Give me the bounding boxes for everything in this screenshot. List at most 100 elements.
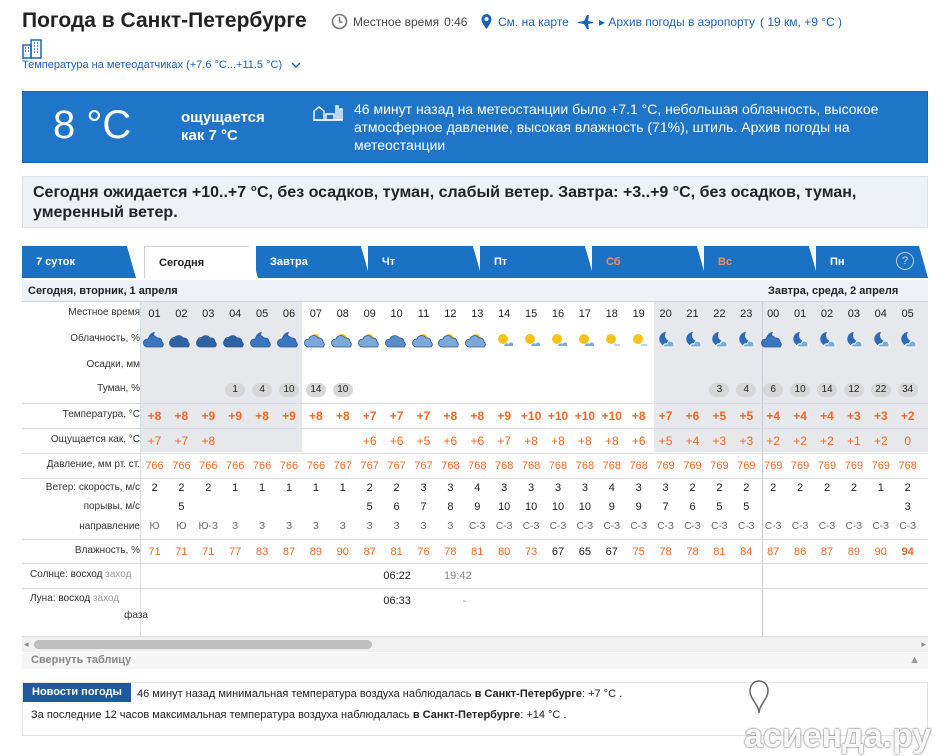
feels-cell: +6 (470, 434, 485, 448)
tab-0[interactable]: 7 суток (22, 246, 136, 278)
hour-cell: 18 (605, 308, 618, 320)
scroll-left-arrow[interactable]: ◂ (24, 639, 29, 650)
scroll-thumb[interactable] (34, 640, 372, 649)
hour-cell: 02 (175, 308, 188, 320)
sensors[interactable]: Температура на метеодатчиках (+7.6 °C...… (22, 38, 382, 76)
forecast-summary: Сегодня ожидается +10..+7 °C, без осадко… (22, 176, 928, 228)
gust-cell: 6 (689, 501, 696, 513)
gust-cell: 10 (551, 501, 565, 513)
wind-cell: 1 (877, 482, 884, 494)
gust-cell: 6 (393, 501, 400, 513)
humidity-cell: 67 (551, 546, 565, 558)
cloud-night-icon (760, 330, 787, 353)
cloud-night-icon (276, 330, 303, 353)
direction-cell: С-З (522, 521, 540, 532)
sun-cloud-icon (464, 330, 491, 353)
pressure-cell: 769 (817, 460, 837, 472)
humidity-cell: 78 (444, 546, 457, 558)
news-badge[interactable]: Новости погоды (23, 683, 131, 702)
moon-cloud-icon (840, 330, 867, 353)
weather-station-icon (313, 105, 343, 121)
row-label-temp: Температура, °C (62, 409, 140, 420)
humidity-cell: 78 (659, 546, 672, 558)
humidity-cell: 90 (336, 546, 349, 558)
row-clouds: Облачность, % (22, 326, 928, 354)
gust-cell: 10 (578, 501, 592, 513)
hour-cell: 12 (444, 308, 457, 320)
direction-cell: З (312, 521, 319, 532)
help-icon[interactable]: ? (896, 252, 914, 270)
hour-cell: 06 (282, 308, 296, 320)
humidity-cell: 87 (363, 546, 376, 558)
hour-cell: 01 (148, 308, 161, 320)
map-link-text[interactable]: См. на карте (498, 15, 569, 29)
collapse-up-icon[interactable]: ▲ (909, 654, 920, 666)
airport-archive-link[interactable]: ▸ Архив погоды в аэропорту (599, 15, 755, 29)
row-precip: Осадки, мм (22, 354, 928, 378)
hour-cell: 03 (847, 308, 861, 320)
temp-cell: +8 (147, 409, 162, 423)
wind-cell: 2 (770, 482, 777, 494)
page-header: Погода в Санкт-Петербурге Местное время … (0, 0, 947, 80)
gust-cell: 9 (608, 501, 615, 513)
row-pressure: Давление, мм рт. ст. 766 766 766 766 766 766 76… (22, 453, 928, 477)
fog-cell: 12 (840, 383, 867, 397)
sun-cloud-icon (356, 330, 383, 353)
temp-cell: +2 (900, 409, 915, 423)
gust-cell: 7 (420, 501, 427, 513)
temp-cell: +8 (174, 409, 189, 423)
humidity-cell: 89 (847, 546, 861, 558)
tab-2[interactable]: Завтра (256, 246, 370, 278)
chevron-down-icon[interactable] (289, 60, 303, 70)
gust-cell: 9 (474, 501, 481, 513)
collapse-table-label[interactable]: Свернуть таблицу (31, 654, 131, 666)
table-scrollbar[interactable]: ◂ ▸ (22, 636, 928, 652)
collapse-table[interactable]: Свернуть таблицу ▲ (22, 653, 928, 669)
pressure-cell: 766 (199, 460, 218, 472)
tab-3[interactable]: Чт (368, 246, 482, 278)
tab-4[interactable]: Пт (480, 246, 594, 278)
hour-cell: 22 (713, 308, 726, 320)
tab-1[interactable]: Сегодня (144, 246, 258, 278)
day1-label: Сегодня, вторник, 1 апреля (28, 285, 178, 297)
feels-cell: +7 (174, 434, 189, 448)
airport-info[interactable]: ( 19 км, +9 °C ) (760, 15, 842, 29)
row-humidity: Влажность, % 71 71 71 77 83 87 89 90 87 81 76 78 81 80… (22, 539, 928, 563)
direction-cell: С-З (603, 521, 621, 532)
tab-5[interactable]: Сб (592, 246, 706, 278)
row-label-sun: Солнце: восход заход (30, 569, 132, 580)
humidity-cell: 81 (713, 546, 726, 558)
row-time: Местное время 01 02 03 04 05 06 07 08 09 10 11 12 13 1… (22, 302, 928, 326)
map-link[interactable]: См. на карте (480, 13, 569, 30)
feels-cell: +8 (524, 434, 538, 448)
buildings-icon (22, 39, 42, 59)
direction-cell: С-З (872, 521, 890, 532)
humidity-cell: 83 (255, 546, 269, 558)
clock-icon (331, 13, 348, 30)
feels-cell: +8 (604, 434, 619, 448)
plane-icon (578, 15, 593, 29)
temp-cell: +9 (201, 409, 216, 423)
temp-cell: +9 (228, 409, 243, 423)
pressure-cell: 768 (602, 460, 621, 472)
fog-cell: 14 (814, 383, 841, 397)
temp-cell: +7 (658, 409, 673, 423)
wind-cell: 2 (205, 482, 212, 494)
wind-cell: 2 (904, 482, 911, 494)
scroll-right-arrow[interactable]: ▸ (921, 639, 926, 650)
sun-icon (625, 330, 652, 353)
tab-6[interactable]: Вс (704, 246, 818, 278)
row-label-time: Местное время (68, 307, 140, 318)
temp-cell: +3 (873, 409, 888, 423)
fog-cell: 3 (706, 383, 733, 397)
pressure-cell: 768 (468, 460, 487, 472)
feels-cell: +8 (578, 434, 592, 448)
airport-archive[interactable]: ▸ Архив погоды в аэропорту ( 19 км, +9 °… (577, 13, 842, 30)
sensors-link[interactable]: Температура на метеодатчиках (+7.6 °C...… (22, 59, 282, 71)
row-label-feels: Ощущается как, °C (50, 434, 140, 445)
wind-cell: 2 (366, 482, 373, 494)
news-item-2: За последние 12 часов максимальная темпе… (31, 709, 567, 721)
feels-cell: +2 (820, 434, 834, 448)
row-label-wind_speed: Ветер: скорость, м/с (45, 482, 140, 493)
row-label-gusts: порывы, м/с (83, 501, 140, 512)
